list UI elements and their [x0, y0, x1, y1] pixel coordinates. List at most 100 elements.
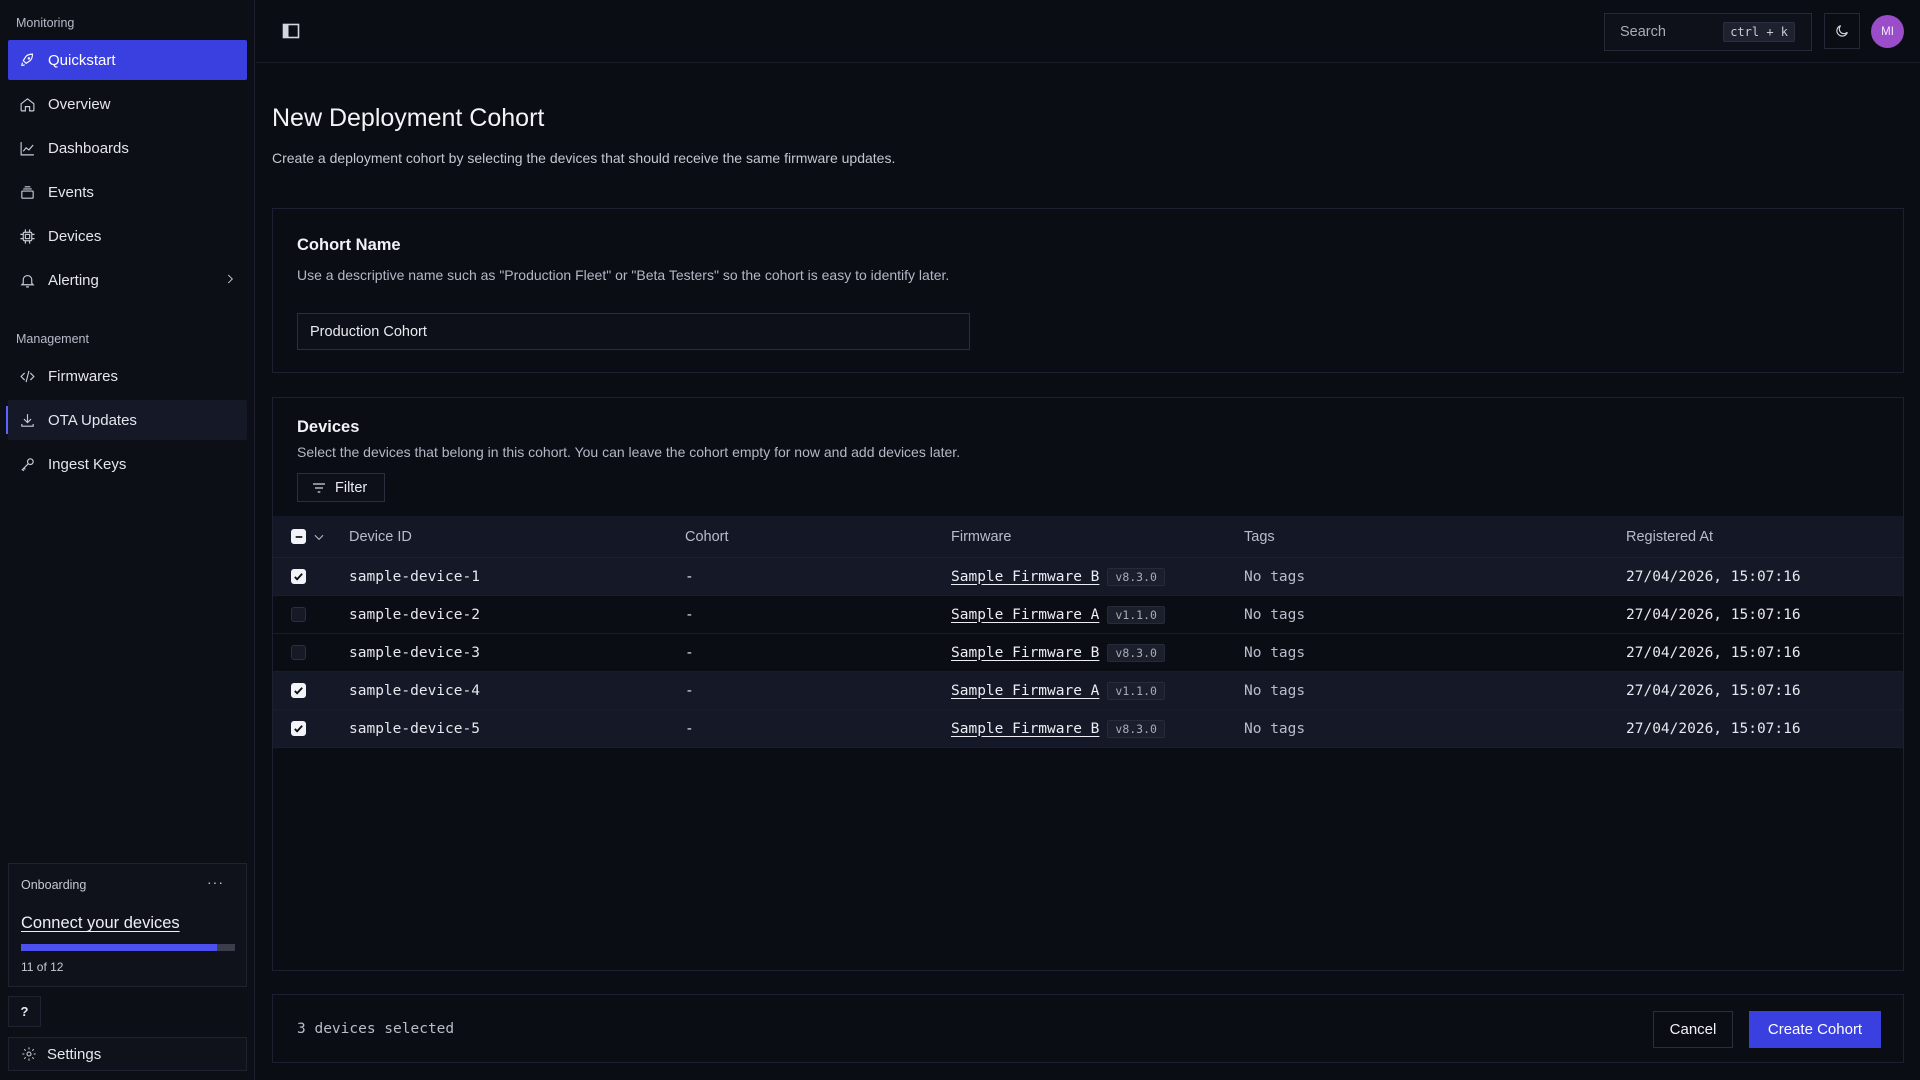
row-checkbox[interactable]: [291, 607, 306, 622]
device-cohort: -: [685, 720, 694, 737]
sidebar-item-label: Ingest Keys: [48, 455, 127, 473]
selected-count: 3 devices selected: [297, 1021, 455, 1037]
more-options-icon[interactable]: ···: [207, 874, 224, 890]
cohort-name-card: Cohort Name Use a descriptive name such …: [272, 208, 1904, 373]
row-checkbox-cell[interactable]: [291, 645, 306, 660]
table-row[interactable]: sample-device-1 - Sample Firmware B v8.3…: [273, 558, 1903, 596]
firmware-cell: Sample Firmware B v8.3.0: [951, 719, 1165, 738]
sidebar-item-label: Firmwares: [48, 367, 118, 385]
sidebar: Monitoring Quickstart Overview Dashboard…: [0, 0, 255, 1080]
select-all-control[interactable]: [291, 529, 326, 544]
firmware-version-badge: v8.3.0: [1107, 719, 1165, 738]
row-checkbox-cell[interactable]: [291, 721, 306, 736]
sidebar-item-label: Overview: [48, 95, 111, 113]
avatar[interactable]: MI: [1871, 15, 1904, 48]
column-header-tags[interactable]: Tags: [1244, 529, 1275, 545]
cohort-name-heading: Cohort Name: [297, 236, 401, 254]
devices-heading: Devices: [297, 418, 360, 436]
chevron-right-icon: [227, 274, 233, 284]
code-icon: [20, 370, 35, 382]
sidebar-item-label: Quickstart: [48, 51, 116, 69]
filter-button[interactable]: Filter: [297, 473, 385, 502]
firmware-link[interactable]: Sample Firmware A: [951, 607, 1099, 623]
firmware-link[interactable]: Sample Firmware A: [951, 683, 1099, 699]
cohort-name-input[interactable]: Production Cohort: [297, 313, 970, 350]
row-checkbox[interactable]: [291, 683, 306, 698]
cohort-name-description: Use a descriptive name such as "Producti…: [297, 267, 950, 283]
sidebar-item-firmwares[interactable]: Firmwares: [8, 356, 247, 396]
firmware-version-badge: v1.1.0: [1107, 605, 1165, 624]
sidebar-item-quickstart[interactable]: Quickstart: [8, 40, 247, 80]
table-row[interactable]: sample-device-3 - Sample Firmware B v8.3…: [273, 634, 1903, 672]
device-id: sample-device-3: [349, 644, 480, 661]
table-row[interactable]: sample-device-5 - Sample Firmware B v8.3…: [273, 710, 1903, 748]
registered-at: 27/04/2026, 15:07:16: [1626, 568, 1801, 585]
row-checkbox[interactable]: [291, 645, 306, 660]
sidebar-item-devices[interactable]: Devices: [8, 216, 247, 256]
column-header-registered-at[interactable]: Registered At: [1626, 529, 1713, 545]
firmware-cell: Sample Firmware A v1.1.0: [951, 681, 1165, 700]
cancel-button[interactable]: Cancel: [1653, 1011, 1733, 1048]
onboarding-progress-text: 11 of 12: [21, 960, 64, 974]
sidebar-item-alerting[interactable]: Alerting: [8, 260, 247, 300]
bell-icon: [20, 274, 35, 287]
rocket-icon: [21, 53, 34, 66]
sidebar-toggle-icon[interactable]: [282, 22, 300, 40]
firmware-version-badge: v1.1.0: [1107, 681, 1165, 700]
select-all-checkbox[interactable]: [291, 529, 306, 544]
footer-bar: 3 devices selected Cancel Create Cohort: [272, 994, 1904, 1063]
sidebar-item-label: Dashboards: [48, 139, 129, 157]
column-header-device-id[interactable]: Device ID: [349, 529, 412, 545]
device-cohort: -: [685, 606, 694, 623]
row-checkbox-cell[interactable]: [291, 607, 306, 622]
firmware-link[interactable]: Sample Firmware B: [951, 645, 1099, 661]
sidebar-item-label: OTA Updates: [48, 411, 137, 429]
sidebar-item-ota-updates[interactable]: OTA Updates: [6, 400, 247, 440]
device-tags: No tags: [1244, 644, 1306, 661]
help-button[interactable]: ?: [8, 996, 41, 1027]
sidebar-item-overview[interactable]: Overview: [8, 84, 247, 124]
search-input[interactable]: Search ctrl + k: [1604, 13, 1812, 51]
device-tags: No tags: [1244, 568, 1306, 585]
firmware-link[interactable]: Sample Firmware B: [951, 569, 1099, 585]
device-id: sample-device-2: [349, 606, 480, 623]
search-placeholder: Search: [1620, 24, 1666, 40]
column-header-firmware[interactable]: Firmware: [951, 529, 1011, 545]
firmware-cell: Sample Firmware A v1.1.0: [951, 605, 1165, 624]
devices-table: Device ID Cohort Firmware Tags Registere…: [273, 516, 1903, 748]
management-section-label: Management: [16, 332, 89, 346]
filter-icon: [313, 482, 325, 493]
settings-button[interactable]: Settings: [8, 1037, 247, 1071]
registered-at: 27/04/2026, 15:07:16: [1626, 682, 1801, 699]
sidebar-item-ingest-keys[interactable]: Ingest Keys: [8, 444, 247, 484]
sidebar-item-dashboards[interactable]: Dashboards: [8, 128, 247, 168]
firmware-link[interactable]: Sample Firmware B: [951, 721, 1099, 737]
top-bar: Search ctrl + k MI: [256, 0, 1920, 63]
column-header-cohort[interactable]: Cohort: [685, 529, 729, 545]
home-icon: [20, 97, 35, 111]
monitoring-section-label: Monitoring: [16, 16, 75, 30]
row-checkbox[interactable]: [291, 721, 306, 736]
chevron-down-icon[interactable]: [312, 530, 326, 544]
create-cohort-button[interactable]: Create Cohort: [1749, 1011, 1881, 1048]
search-shortcut-badge: ctrl + k: [1723, 22, 1795, 42]
firmware-version-badge: v8.3.0: [1107, 567, 1165, 586]
row-checkbox[interactable]: [291, 569, 306, 584]
theme-toggle-button[interactable]: [1824, 13, 1860, 49]
table-row[interactable]: sample-device-2 - Sample Firmware A v1.1…: [273, 596, 1903, 634]
sidebar-item-events[interactable]: Events: [8, 172, 247, 212]
gear-icon: [22, 1047, 36, 1061]
row-checkbox-cell[interactable]: [291, 683, 306, 698]
table-row[interactable]: sample-device-4 - Sample Firmware A v1.1…: [273, 672, 1903, 710]
registered-at: 27/04/2026, 15:07:16: [1626, 720, 1801, 737]
onboarding-card: Onboarding ··· Connect your devices 11 o…: [8, 863, 247, 987]
device-tags: No tags: [1244, 606, 1306, 623]
moon-icon: [1836, 25, 1848, 37]
connect-devices-link[interactable]: Connect your devices: [21, 914, 180, 933]
row-checkbox-cell[interactable]: [291, 569, 306, 584]
download-icon: [21, 413, 34, 427]
devices-description: Select the devices that belong in this c…: [297, 444, 961, 460]
device-cohort: -: [685, 682, 694, 699]
onboarding-title: Onboarding: [21, 878, 87, 892]
firmware-version-badge: v8.3.0: [1107, 643, 1165, 662]
